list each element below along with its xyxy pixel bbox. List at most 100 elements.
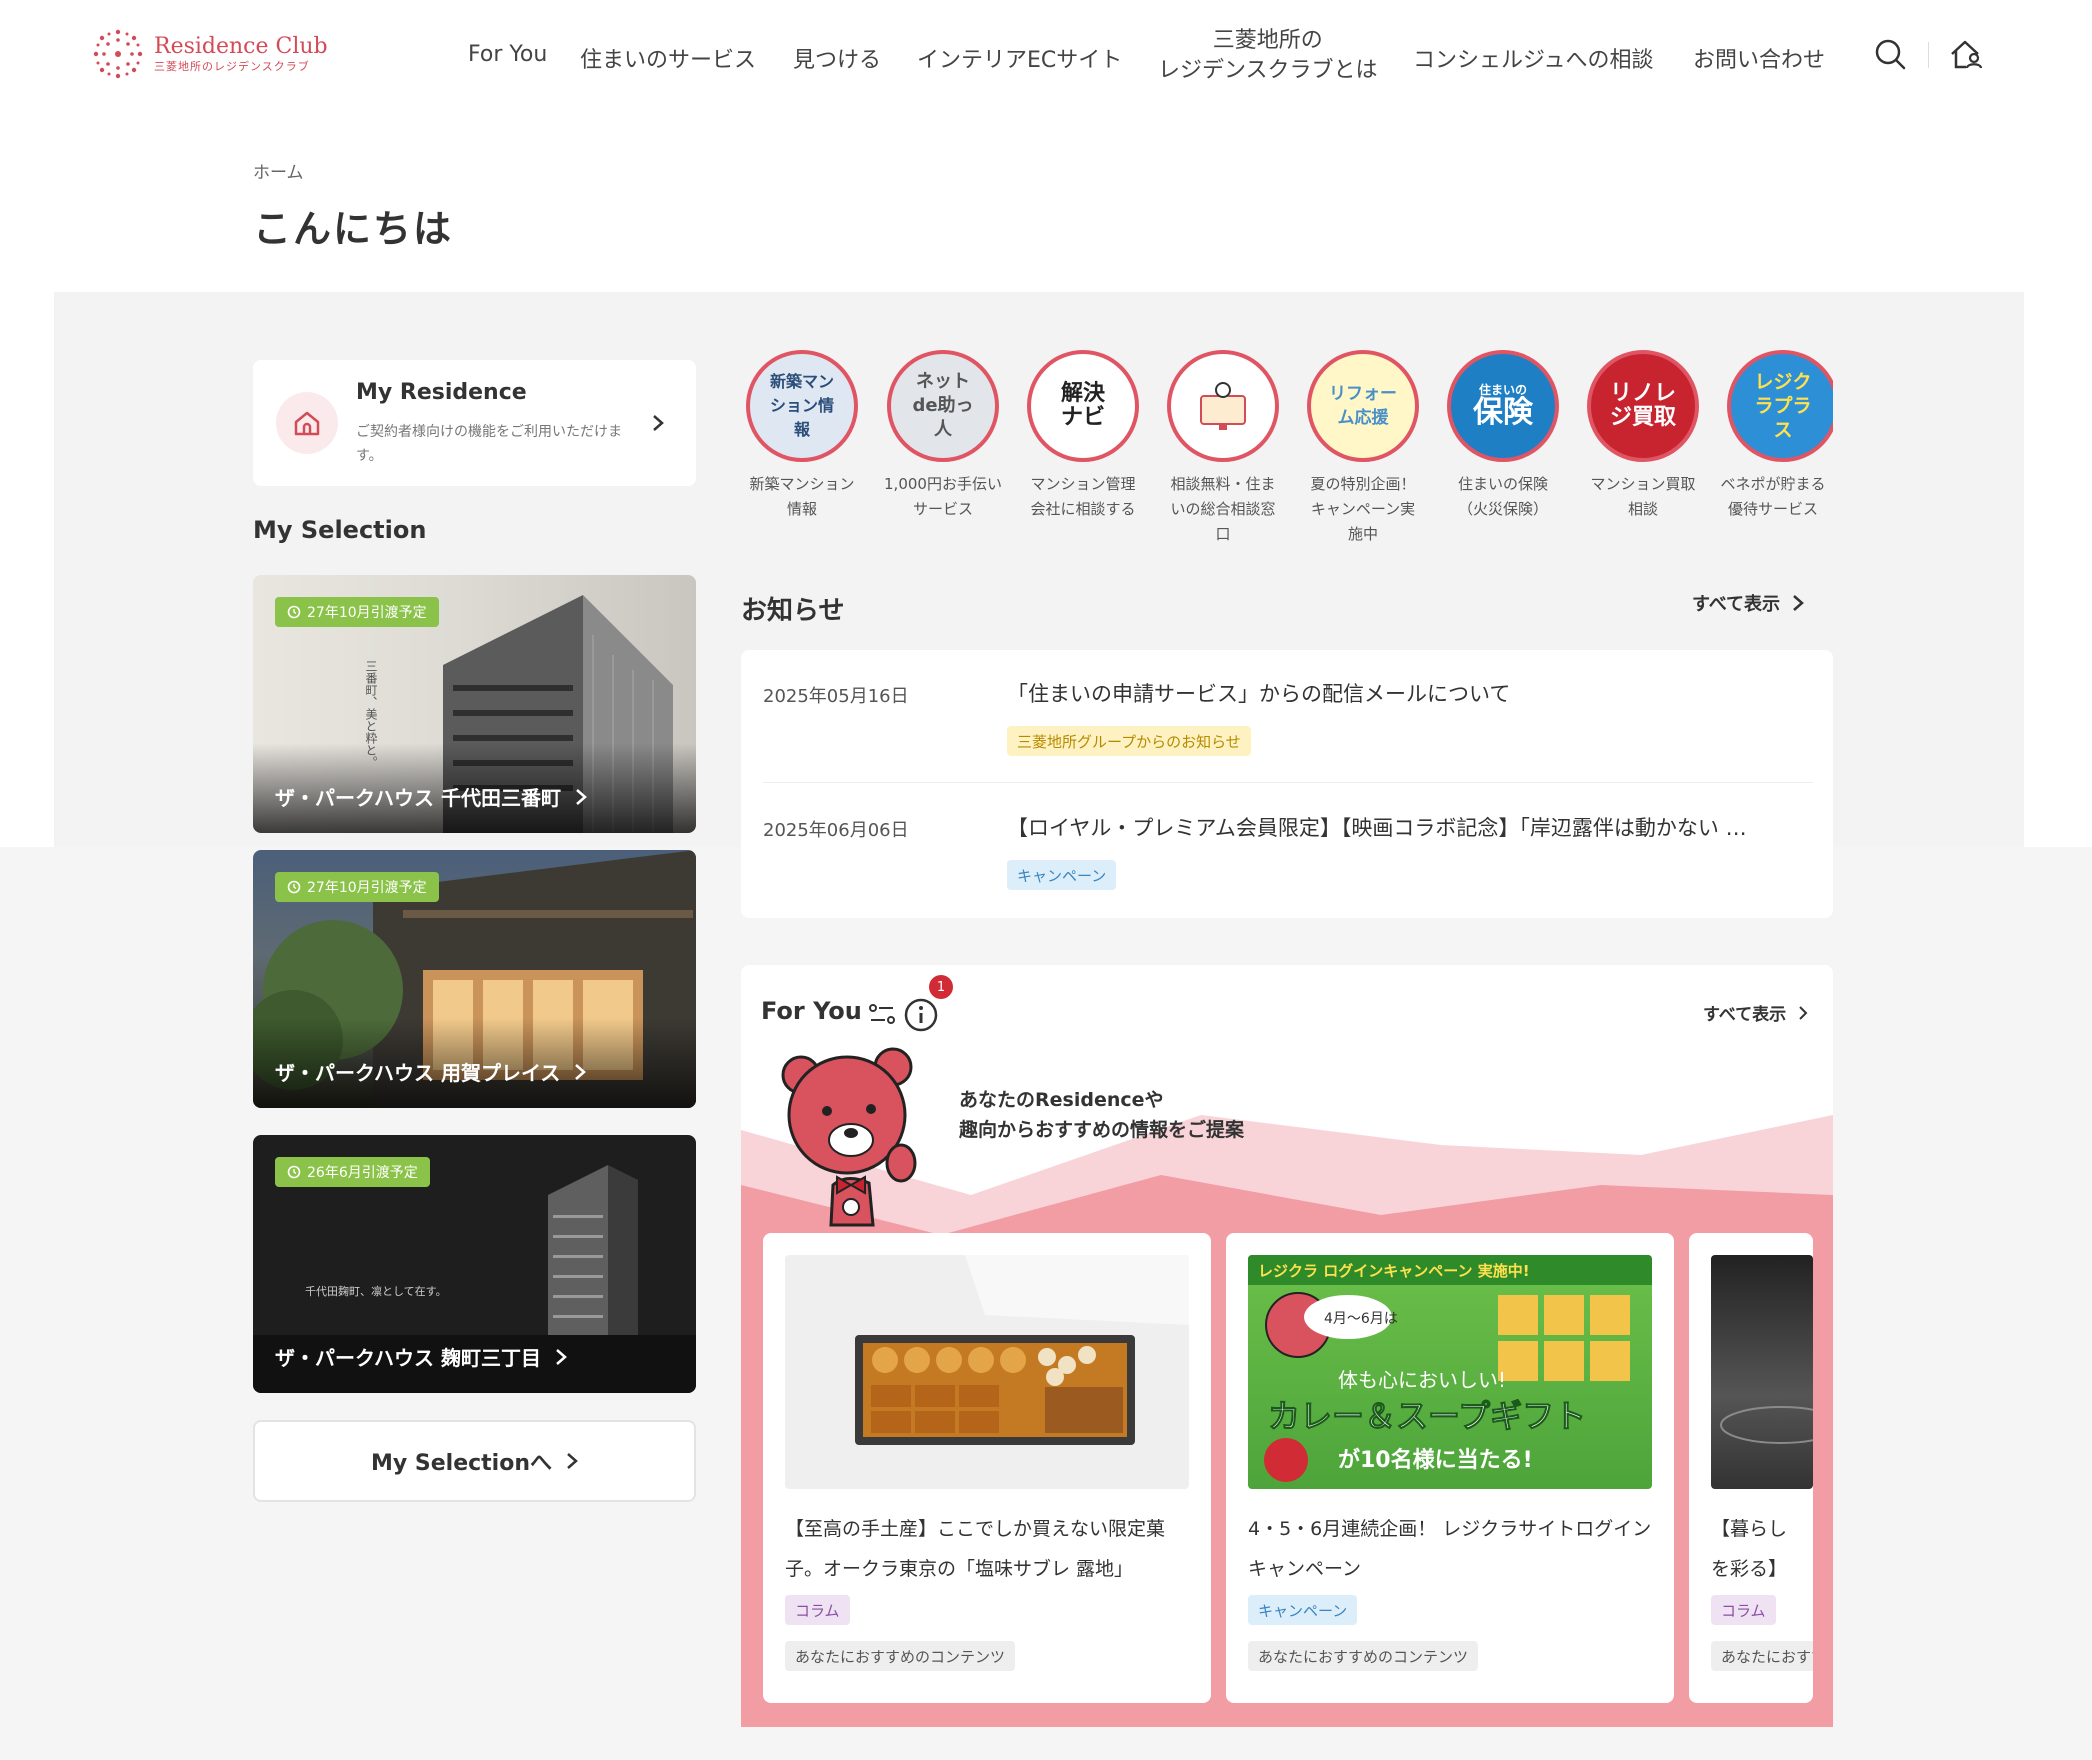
notice-tag: キャンペーン xyxy=(1007,860,1117,890)
content-card[interactable]: レジクラ ログインキャンペーン 実施中! 4月～6月は 体も心においしい! カレ… xyxy=(1226,1233,1674,1703)
notice-title: 【ロイヤル・プレミアム会員限定】【映画コラボ記念】「岸辺露伴は動かない … xyxy=(1007,816,1747,840)
notice-item[interactable]: 2025年05月16日 「住まいの申請サービス」からの配信メールについて 三菱地… xyxy=(763,678,1813,778)
service-new-mansion[interactable]: 新築マンション情報 新築マンション 情報 xyxy=(732,350,872,522)
sweets-box-image xyxy=(855,1255,1189,1445)
move-in-badge-text: 26年6月引渡予定 xyxy=(307,1165,418,1181)
chevron-right-icon xyxy=(576,788,587,805)
service-label: 優待サービス xyxy=(1727,500,1818,518)
chevron-right-icon xyxy=(567,1453,578,1469)
service-label: マンション管理 xyxy=(1030,475,1136,493)
nav-for-you[interactable]: For You xyxy=(468,42,547,67)
campaign-banner-image: レジクラ ログインキャンペーン 実施中! 4月～6月は 体も心においしい! カレ… xyxy=(1248,1255,1652,1482)
selection-card[interactable]: 三番町、美と粋と。 27年10月引渡予定 ザ・パークハウス 千代田三番町 xyxy=(253,575,696,833)
service-label: マンション買取 xyxy=(1590,475,1696,493)
move-in-badge: 27年10月引渡予定 xyxy=(275,597,439,627)
resikura-plus-icon: レジクラプラス xyxy=(1727,350,1833,462)
service-icon-text: 保険 xyxy=(1473,395,1533,430)
notice-tag: 三菱地所グループからのお知らせ xyxy=(1007,726,1251,756)
nav-about[interactable]: 三菱地所の レジデンスクラブとは xyxy=(1158,26,1378,86)
service-reform[interactable]: リフォーム応援 夏の特別企画！ キャンペーン実 施中 xyxy=(1293,350,1433,547)
service-insurance[interactable]: 住まいの 保険 住まいの保険 （火災保険） xyxy=(1433,350,1573,522)
notices-list: 2025年05月16日 「住まいの申請サービス」からの配信メールについて 三菱地… xyxy=(741,650,1833,918)
search-icon[interactable] xyxy=(1872,36,1908,72)
service-consultation[interactable]: 相談無料・住ま いの総合相談窓口 xyxy=(1153,350,1293,547)
for-you-see-all-link[interactable]: すべて表示 xyxy=(1703,1000,1808,1025)
move-in-badge-text: 27年10月引渡予定 xyxy=(307,605,427,621)
card-title: 【暮らしを彩る】緑ガラス器 xyxy=(1711,1518,1788,1580)
service-icon-text: 新築マンション情報 xyxy=(769,372,834,439)
card-image: レジクラ ログインキャンペーン 実施中! 4月～6月は 体も心においしい! カレ… xyxy=(1248,1255,1652,1489)
site-header: Residence Club 三菱地所のレジデンスクラブ For You 住まい… xyxy=(0,0,2092,110)
property-name: ザ・パークハウス 千代田三番町 xyxy=(275,786,561,810)
card-recommend-tag: あなたにおすすめのコンテンツ xyxy=(1248,1641,1479,1671)
card-category-tag: コラム xyxy=(1711,1595,1776,1625)
overlay-copy: 三番町、美と粋と。 xyxy=(364,660,378,768)
filter-icon[interactable] xyxy=(867,999,897,1029)
header-divider xyxy=(1928,42,1929,68)
see-all-label: すべて表示 xyxy=(1703,1005,1787,1025)
selection-card[interactable]: 27年10月引渡予定 ザ・パークハウス 用賀プレイス xyxy=(253,850,696,1108)
my-residence-desc: ご契約者様向けの機能をご利用いただけます。 xyxy=(356,424,622,464)
info-icon[interactable] xyxy=(903,993,943,1033)
nav-concierge[interactable]: コンシェルジュへの相談 xyxy=(1413,42,1653,74)
selection-card[interactable]: 千代田麹町、凛として在す。 26年6月引渡予定 ザ・パークハウス 麹町三丁目 xyxy=(253,1135,696,1393)
service-label: ベネポが貯まる xyxy=(1720,475,1826,493)
service-label: 会社に相談する xyxy=(1030,500,1136,518)
site-logo[interactable]: Residence Club 三菱地所のレジデンスクラブ xyxy=(88,24,328,84)
service-label: 夏の特別企画！ xyxy=(1310,475,1416,493)
notice-item[interactable]: 2025年06月06日 【ロイヤル・プレミアム会員限定】【映画コラボ記念】「岸辺… xyxy=(763,812,1813,912)
service-kaiketsu-navi[interactable]: 解決ナビ マンション管理 会社に相談する xyxy=(1013,350,1153,522)
home-user-icon[interactable] xyxy=(1948,36,1984,72)
service-helper[interactable]: ネットde助っ人 1,000円お手伝い サービス xyxy=(873,350,1013,522)
logo-mark-icon xyxy=(93,29,143,79)
service-label: 新築マンション xyxy=(749,475,855,493)
card-image xyxy=(785,1255,1189,1489)
notification-badge: 1 xyxy=(929,975,953,999)
service-label: 情報 xyxy=(786,500,817,518)
breadcrumb[interactable]: ホーム xyxy=(253,158,304,183)
service-label: キャンペーン実 xyxy=(1310,500,1416,518)
move-in-badge: 27年10月引渡予定 xyxy=(275,872,439,902)
nav-services[interactable]: 住まいのサービス xyxy=(580,42,756,74)
clock-icon xyxy=(287,880,301,894)
notice-date: 2025年06月06日 xyxy=(763,820,909,841)
for-you-message: あなたのResidenceや 趣向からおすすめの情報をご提案 xyxy=(959,1085,1244,1145)
service-buyback[interactable]: リノレジ買取 マンション買取 相談 xyxy=(1573,350,1713,522)
service-label: 相談 xyxy=(1627,500,1658,518)
notices-see-all-link[interactable]: すべて表示 xyxy=(1692,590,1804,616)
card-title: 4・5・6月連続企画！ レジクラサイトログインキャンペーン xyxy=(1248,1518,1652,1580)
content-card[interactable]: 【至高の手土産】ここでしか買えない限定菓子。オークラ東京の「塩味サブレ 露地」 … xyxy=(763,1233,1211,1703)
service-label: サービス xyxy=(912,500,973,518)
card-category-tag: コラム xyxy=(785,1595,850,1625)
logo-subtitle: 三菱地所のレジデンスクラブ xyxy=(154,60,310,73)
nav-contact[interactable]: お問い合わせ xyxy=(1693,42,1825,74)
property-name: ザ・パークハウス 麹町三丁目 xyxy=(275,1346,541,1370)
chevron-right-icon xyxy=(1799,1005,1808,1020)
selection-card-name: ザ・パークハウス 麹町三丁目 xyxy=(275,1342,567,1371)
notice-divider xyxy=(763,782,1813,783)
nav-about-line2: レジデンスクラブとは xyxy=(1158,58,1378,83)
notices-heading: お知らせ xyxy=(741,596,845,626)
notice-date: 2025年05月16日 xyxy=(763,686,909,707)
nav-interior-ec[interactable]: インテリアECサイト xyxy=(917,42,1122,74)
service-label: （火災保険） xyxy=(1457,500,1548,518)
reform-icon: リフォーム応援 xyxy=(1307,350,1419,462)
glassware-image xyxy=(1720,1406,1813,1444)
card-category-tag: キャンペーン xyxy=(1248,1595,1358,1625)
service-resikura-plus[interactable]: レジクラプラス ベネポが貯まる 優待サービス xyxy=(1713,350,1833,522)
clock-icon xyxy=(287,605,301,619)
nav-find[interactable]: 見つける xyxy=(793,42,881,74)
page-title: こんにちは xyxy=(253,207,454,251)
content-card[interactable]: 【暮らしを彩る】緑ガラス器 コラム あなたにおすすめのコンテンツ xyxy=(1689,1233,1813,1703)
for-you-title: For You xyxy=(761,997,862,1025)
card-image xyxy=(1711,1255,1813,1489)
overlay-copy: 千代田麹町、凛として在す。 xyxy=(305,1284,447,1298)
selection-card-name: ザ・パークハウス 千代田三番町 xyxy=(275,782,587,811)
service-icon-text: 解決ナビ xyxy=(1060,381,1105,430)
service-icon-text: ネットde助っ人 xyxy=(912,371,974,440)
chevron-right-icon xyxy=(575,1063,587,1080)
insurance-icon: 住まいの 保険 xyxy=(1447,350,1559,462)
chevron-right-icon xyxy=(653,415,664,431)
my-selection-button[interactable]: My Selectionへ xyxy=(253,1420,696,1502)
my-residence-card[interactable]: My Residence ご契約者様向けの機能をご利用いただけます。 xyxy=(253,360,696,486)
